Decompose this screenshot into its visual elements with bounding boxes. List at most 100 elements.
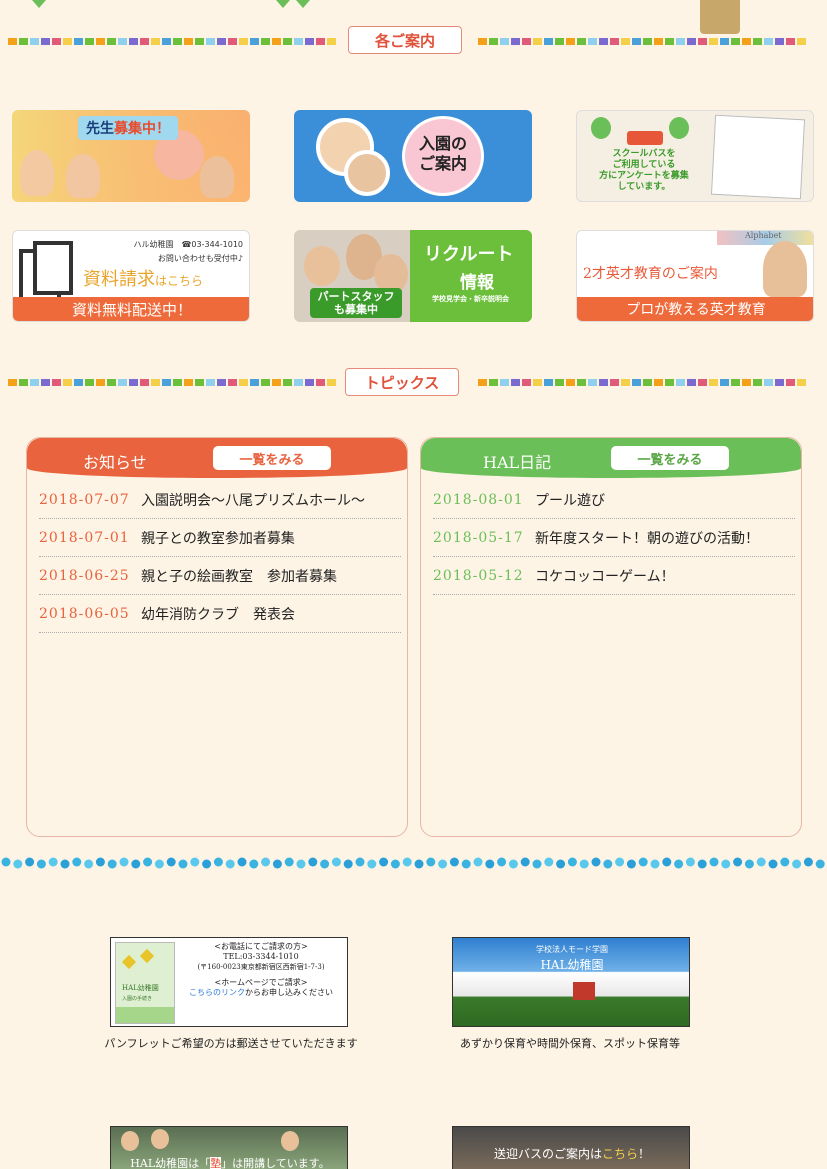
divider-dot	[643, 378, 652, 386]
news-item-date: 2018-06-25	[39, 567, 130, 584]
news-item-title[interactable]: 幼年消防クラブ 発表会	[141, 604, 295, 624]
wave-dot	[815, 859, 825, 869]
news-item[interactable]: 2018-05-12 コケコッコーゲーム！	[433, 557, 795, 595]
pamphlet-link[interactable]: こちらのリンク	[189, 988, 245, 997]
divider-dot	[151, 37, 160, 45]
divider-dot	[63, 378, 72, 386]
wave-dot	[36, 859, 46, 869]
wave-dot	[261, 857, 271, 867]
document-request-banner[interactable]: ハル幼稚園 ☎03-344-1010 お問い合わせも受付中♪ 資料請求はこちら …	[12, 230, 250, 322]
news-view-all-button[interactable]: 一覧をみる	[213, 446, 331, 470]
divider-dot	[74, 378, 83, 386]
divider-dot	[294, 378, 303, 386]
bus-line4: しています。	[617, 182, 671, 192]
wave-dot	[390, 859, 400, 869]
divider-dot	[228, 37, 237, 45]
bus-guide-box[interactable]: 送迎バスのご案内はこちら！	[452, 1126, 690, 1169]
divider-dot	[500, 37, 509, 45]
divider-dot	[162, 37, 171, 45]
divider-dot	[52, 378, 61, 386]
leaf-decoration	[276, 0, 290, 8]
divider-dot	[107, 378, 116, 386]
star-icon	[139, 948, 155, 964]
divider-dot	[294, 37, 303, 45]
docs-note: お問い合わせも受付中♪	[157, 254, 243, 263]
divider-dot	[250, 378, 259, 386]
divider-dot	[8, 37, 17, 45]
news-item[interactable]: 2018-07-07 入園説明会～八尾プリズムホール～	[39, 481, 401, 519]
news-item-title[interactable]: コケコッコーゲーム！	[535, 566, 675, 586]
wave-dot	[579, 859, 589, 869]
wave-dot	[603, 859, 613, 869]
wave-dot	[709, 857, 719, 867]
bus-text-b[interactable]: こちら	[602, 1147, 638, 1161]
news-item[interactable]: 2018-07-01 親子との教室参加者募集	[39, 519, 401, 557]
divider-dot	[140, 378, 149, 386]
wave-dot	[1, 857, 11, 867]
recruit-sub: 学校見学会・新卒説明会	[432, 295, 509, 303]
divider-dot	[577, 378, 586, 386]
news-item-title[interactable]: 入園説明会～八尾プリズムホール～	[141, 490, 365, 510]
divider-dot	[206, 37, 215, 45]
divider-dot	[566, 37, 575, 45]
child-photo	[344, 150, 390, 196]
diary-view-all-button[interactable]: 一覧をみる	[611, 446, 729, 470]
wave-dot	[166, 857, 176, 867]
news-item-title[interactable]: 新年度スタート！朝の遊びの活動！	[535, 528, 759, 548]
wave-dot	[438, 859, 448, 869]
bus-text-c: ！	[638, 1147, 651, 1161]
divider-dot	[709, 37, 718, 45]
bus-guide-text: 送迎バスのご案内はこちら！	[453, 1145, 689, 1162]
news-item-title[interactable]: 親と子の絵画教室 参加者募集	[141, 566, 337, 586]
bus-survey-banner[interactable]: スクールバスを ご利用している 方にアンケートを募集 しています。	[576, 110, 814, 202]
divider-dot	[533, 378, 542, 386]
divider-dot	[764, 378, 773, 386]
teacher-recruit-banner[interactable]: 先生募集中！	[12, 110, 250, 202]
divider-dot	[195, 378, 204, 386]
divider-dot	[261, 37, 270, 45]
recruit-info-banner[interactable]: リクルート 情報 学校見学会・新卒説明会 パートスタッフ も募集中	[294, 230, 532, 322]
wave-dot	[25, 857, 35, 867]
news-item-date: 2018-05-12	[433, 567, 524, 584]
divider-dot	[676, 37, 685, 45]
teacher-label: 先生	[86, 121, 114, 137]
divider-dot	[327, 37, 336, 45]
person-figure	[66, 154, 100, 198]
child-photo	[281, 1131, 299, 1151]
wave-dot	[792, 859, 802, 869]
divider-dot	[753, 378, 762, 386]
news-item[interactable]: 2018-06-05 幼年消防クラブ 発表会	[39, 595, 401, 633]
pamphlet-book-title: HAL幼稚園	[122, 984, 159, 992]
divider-dot	[511, 378, 520, 386]
divider-dot	[8, 378, 17, 386]
divider-dot	[687, 37, 696, 45]
wave-dot	[426, 857, 436, 867]
divider-dot	[305, 37, 314, 45]
news-item-title[interactable]: 親子との教室参加者募集	[141, 528, 295, 548]
docs-footer: 資料無料配送中！	[13, 297, 249, 321]
wave-dot	[95, 857, 105, 867]
admission-guide-banner[interactable]: 入園の ご案内	[294, 110, 532, 202]
wave-dot	[544, 857, 554, 867]
english-education-banner[interactable]: Alphabet 2才英才教育のご案内 プロが教える英才教育	[576, 230, 814, 322]
docs-main-b: はこちら	[155, 274, 204, 288]
divider-dot	[151, 378, 160, 386]
news-item[interactable]: 2018-05-17 新年度スタート！朝の遊びの活動！	[433, 519, 795, 557]
leaf-decoration	[32, 0, 46, 8]
pamphlet-request-box[interactable]: HAL幼稚園 入園の手続き <お電話にてご請求の方> TEL:03-3344-1…	[110, 937, 348, 1027]
building-entrance	[573, 982, 595, 1000]
news-item[interactable]: 2018-06-25 親と子の絵画教室 参加者募集	[39, 557, 401, 595]
kindergarten-building-box[interactable]: 学校法人モード学園 HAL幼稚園	[452, 937, 690, 1027]
pamphlet-tel: TEL:03-3344-1010	[223, 952, 299, 961]
news-item[interactable]: 2018-08-01 プール遊び	[433, 481, 795, 519]
divider-dot	[698, 37, 707, 45]
wave-dot	[308, 857, 318, 867]
news-item-title[interactable]: プール遊び	[535, 490, 605, 510]
divider-dot	[720, 37, 729, 45]
divider-dot	[610, 378, 619, 386]
wave-dot	[72, 857, 82, 867]
divider-dot	[489, 37, 498, 45]
wave-dot	[768, 859, 778, 869]
wave-dot	[532, 859, 542, 869]
kids-cram-box[interactable]: HAL幼稚園は「塾」は開講しています。	[110, 1126, 348, 1169]
